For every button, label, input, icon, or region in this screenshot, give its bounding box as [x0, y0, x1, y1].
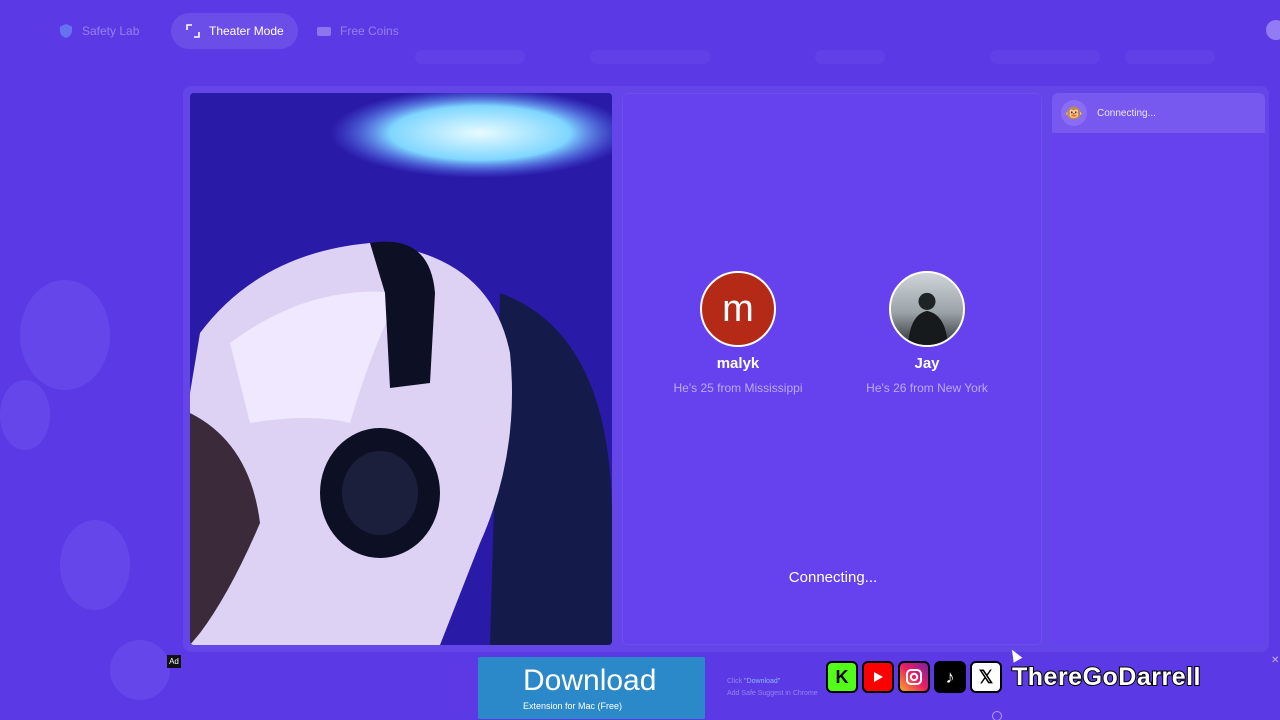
shield-icon: [58, 23, 74, 39]
user-avatar[interactable]: [889, 271, 965, 347]
coins-icon: [316, 23, 332, 39]
free-coins-button[interactable]: Free Coins: [302, 13, 413, 49]
faded-nav-item: [415, 50, 525, 64]
chat-status: Connecting...: [1097, 107, 1156, 119]
safety-lab-label: Safety Lab: [82, 24, 140, 38]
faded-nav-item: [590, 50, 710, 64]
avatar-initial: m: [722, 287, 754, 330]
monkey-icon: 🐵: [1061, 100, 1087, 126]
faded-nav-item: [815, 50, 885, 64]
chat-header: 🐵 Connecting...: [1052, 93, 1265, 133]
faded-nav-item: [1125, 50, 1215, 64]
free-coins-label: Free Coins: [340, 24, 399, 38]
close-ad-icon[interactable]: ✕: [1271, 655, 1279, 666]
faded-nav-item: [990, 50, 1100, 64]
background-blob: [20, 280, 110, 390]
webcam-feed: [190, 93, 612, 645]
ad-badge: Ad: [167, 655, 181, 668]
youtube-icon: [862, 661, 894, 693]
theater-mode-button[interactable]: Theater Mode: [171, 13, 298, 49]
user-name: malyk: [716, 355, 760, 372]
tiktok-icon: ♪: [934, 661, 966, 693]
local-video: [190, 93, 612, 645]
x-icon: 𝕏: [970, 661, 1002, 693]
kick-icon: K: [826, 661, 858, 693]
top-bar: Safety Lab Theater Mode Free Coins: [0, 0, 1280, 64]
download-subtitle: Extension for Mac (Free): [523, 700, 623, 711]
match-panel: m malyk He's 25 from Mississippi Jay He'…: [622, 93, 1042, 645]
download-ad-button[interactable]: Download Extension for Mac (Free): [478, 657, 705, 719]
user-photo: [908, 292, 948, 345]
user-description: He's 26 from New York: [866, 381, 988, 395]
theater-mode-label: Theater Mode: [209, 24, 284, 38]
download-hint: Click "Download" Add Safe Suggest in Chr…: [727, 676, 818, 700]
match-user-card: Jay He's 26 from New York: [837, 271, 1017, 395]
streamer-socials-overlay: K ♪ 𝕏 ThereGoDarrell: [826, 660, 1202, 694]
user-avatar[interactable]: m: [700, 271, 776, 347]
profile-avatar[interactable]: [1266, 20, 1280, 40]
user-name: Jay: [914, 355, 940, 372]
download-title: Download: [523, 663, 657, 697]
streamer-handle: ThereGoDarrell: [1011, 662, 1202, 692]
chat-panel: 🐵 Connecting...: [1052, 93, 1265, 645]
match-user-card: m malyk He's 25 from Mississippi: [648, 271, 828, 395]
instagram-icon: [898, 661, 930, 693]
safety-lab-button[interactable]: Safety Lab: [44, 13, 153, 49]
background-blob: [110, 640, 170, 700]
background-blob: [0, 380, 50, 450]
background-blob: [60, 520, 130, 610]
connecting-status: Connecting...: [788, 569, 878, 586]
info-icon[interactable]: [992, 711, 1002, 720]
hint-line2: Add Safe Suggest in Chrome: [727, 690, 818, 697]
hint-link: "Download": [744, 678, 781, 685]
user-description: He's 25 from Mississippi: [673, 381, 803, 395]
hint-prefix: Click: [727, 678, 745, 685]
expand-icon: [185, 23, 201, 39]
